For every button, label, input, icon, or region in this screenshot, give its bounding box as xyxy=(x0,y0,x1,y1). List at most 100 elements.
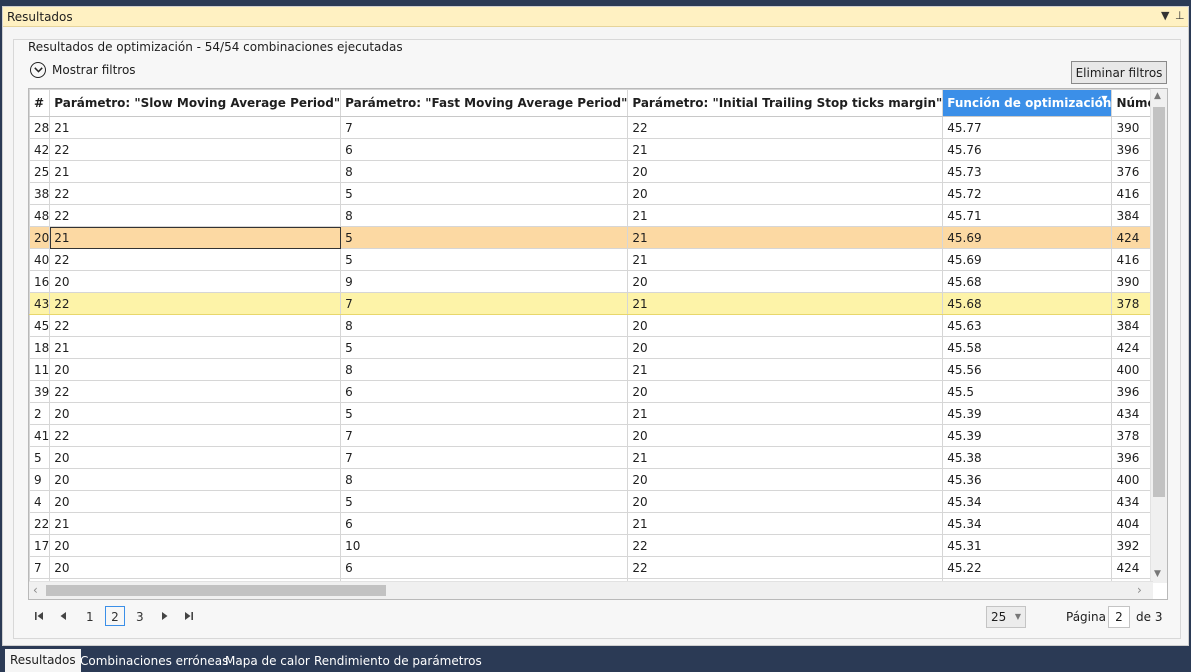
table-cell[interactable]: 22 xyxy=(49,424,342,447)
column-header-fast-ma[interactable]: Parámetro: "Fast Moving Average Period" xyxy=(340,89,629,117)
table-cell[interactable]: 45.34 xyxy=(942,512,1113,535)
table-cell[interactable]: 42 xyxy=(29,138,51,161)
table-row[interactable]: 4 20 5 20 45.34 434 xyxy=(29,490,1167,513)
table-cell[interactable]: 6 xyxy=(340,138,629,161)
table-cell[interactable]: 20 xyxy=(627,490,944,513)
dropdown-icon[interactable]: ▼ xyxy=(1161,9,1169,22)
table-cell[interactable]: 20 xyxy=(49,556,342,579)
table-cell[interactable]: 45.58 xyxy=(942,336,1113,359)
page-1-link[interactable]: 1 xyxy=(86,610,94,624)
table-row[interactable]: 7 20 6 22 45.22 424 xyxy=(29,556,1167,579)
table-cell[interactable]: 6 xyxy=(340,556,629,579)
table-cell[interactable]: 20 xyxy=(49,402,342,425)
table-cell[interactable]: 7 xyxy=(340,424,629,447)
table-cell[interactable]: 21 xyxy=(627,138,944,161)
table-cell[interactable]: 20 xyxy=(627,314,944,337)
table-cell[interactable]: 8 xyxy=(340,160,629,183)
tab-heat-map[interactable]: Mapa de calor xyxy=(220,650,315,672)
table-cell[interactable]: 38 xyxy=(29,182,51,205)
table-cell[interactable]: 8 xyxy=(340,468,629,491)
table-cell[interactable]: 45.77 xyxy=(942,116,1113,139)
table-cell[interactable]: 20 xyxy=(627,270,944,293)
table-cell[interactable]: 16 xyxy=(29,270,51,293)
last-page-icon[interactable] xyxy=(184,610,194,624)
vertical-scrollbar[interactable]: ▲ ▼ xyxy=(1150,89,1167,583)
table-cell[interactable]: 22 xyxy=(49,380,342,403)
table-cell[interactable]: 8 xyxy=(340,358,629,381)
table-cell[interactable]: 7 xyxy=(29,556,51,579)
table-cell[interactable]: 21 xyxy=(627,512,944,535)
table-row[interactable]: 43 22 7 21 45.68 378 xyxy=(29,292,1167,315)
table-cell[interactable]: 45.36 xyxy=(942,468,1113,491)
table-cell[interactable]: 22 xyxy=(49,182,342,205)
table-row[interactable]: 20 21 5 21 45.69 424 xyxy=(29,226,1167,249)
table-cell[interactable]: 22 xyxy=(627,116,944,139)
page-3-link[interactable]: 3 xyxy=(136,610,144,624)
table-cell[interactable]: 21 xyxy=(49,512,342,535)
table-row[interactable]: 28 21 7 22 45.77 390 xyxy=(29,116,1167,139)
table-row[interactable]: 25 21 8 20 45.73 376 xyxy=(29,160,1167,183)
table-cell[interactable]: 21 xyxy=(627,248,944,271)
clear-filters-button[interactable]: Eliminar filtros xyxy=(1071,61,1167,84)
table-cell[interactable]: 5 xyxy=(340,226,629,249)
table-cell[interactable]: 39 xyxy=(29,380,51,403)
table-cell[interactable]: 22 xyxy=(49,292,342,315)
table-cell[interactable]: 10 xyxy=(340,534,629,557)
horizontal-scroll-thumb[interactable] xyxy=(46,585,386,596)
table-cell[interactable]: 43 xyxy=(29,292,51,315)
table-cell[interactable]: 21 xyxy=(627,358,944,381)
table-cell[interactable]: 20 xyxy=(49,534,342,557)
table-row[interactable]: 22 21 6 21 45.34 404 xyxy=(29,512,1167,535)
table-cell[interactable]: 25 xyxy=(29,160,51,183)
table-cell[interactable]: 20 xyxy=(49,490,342,513)
table-cell[interactable]: 45.34 xyxy=(942,490,1113,513)
table-cell[interactable]: 45.38 xyxy=(942,446,1113,469)
table-cell[interactable]: 17 xyxy=(29,534,51,557)
table-cell[interactable]: 5 xyxy=(340,182,629,205)
previous-page-icon[interactable] xyxy=(58,610,68,624)
table-cell[interactable]: 45 xyxy=(29,314,51,337)
table-cell[interactable]: 7 xyxy=(340,116,629,139)
table-cell[interactable]: 5 xyxy=(340,490,629,513)
table-cell[interactable]: 20 xyxy=(49,446,342,469)
table-cell[interactable]: 21 xyxy=(49,226,342,249)
table-row[interactable]: 2 20 5 21 45.39 434 xyxy=(29,402,1167,425)
current-page-input[interactable]: 2 xyxy=(1108,606,1130,628)
table-cell[interactable]: 5 xyxy=(340,402,629,425)
table-cell[interactable]: 20 xyxy=(627,182,944,205)
table-cell[interactable]: 22 xyxy=(49,138,342,161)
table-cell[interactable]: 48 xyxy=(29,204,51,227)
table-row[interactable]: 11 20 8 21 45.56 400 xyxy=(29,358,1167,381)
table-cell[interactable]: 2 xyxy=(29,402,51,425)
table-row[interactable]: 9 20 8 20 45.36 400 xyxy=(29,468,1167,491)
table-cell[interactable]: 6 xyxy=(340,512,629,535)
table-cell[interactable]: 45.39 xyxy=(942,402,1113,425)
column-header-trailing-stop[interactable]: Parámetro: "Initial Trailing Stop ticks … xyxy=(627,89,944,117)
tab-results[interactable]: Resultados xyxy=(5,649,81,672)
table-cell[interactable]: 5 xyxy=(340,336,629,359)
table-cell[interactable]: 45.5 xyxy=(942,380,1113,403)
table-cell[interactable]: 6 xyxy=(340,380,629,403)
table-cell[interactable]: 21 xyxy=(627,402,944,425)
table-row[interactable]: 48 22 8 21 45.71 384 xyxy=(29,204,1167,227)
table-cell[interactable]: 20 xyxy=(49,358,342,381)
table-cell[interactable]: 22 xyxy=(29,512,51,535)
table-cell[interactable]: 40 xyxy=(29,248,51,271)
column-header-slow-ma[interactable]: Parámetro: "Slow Moving Average Period" xyxy=(49,89,342,117)
scroll-right-icon[interactable]: › xyxy=(1137,583,1142,597)
table-cell[interactable]: 41 xyxy=(29,424,51,447)
table-row[interactable]: 41 22 7 20 45.39 378 xyxy=(29,424,1167,447)
table-cell[interactable]: 45.73 xyxy=(942,160,1113,183)
scroll-left-icon[interactable]: ‹ xyxy=(33,583,38,597)
table-cell[interactable]: 18 xyxy=(29,336,51,359)
table-cell[interactable]: 20 xyxy=(627,380,944,403)
table-cell[interactable]: 20 xyxy=(29,226,51,249)
first-page-icon[interactable] xyxy=(34,610,44,624)
table-cell[interactable]: 22 xyxy=(627,534,944,557)
table-cell[interactable]: 45.68 xyxy=(942,270,1113,293)
table-cell[interactable]: 5 xyxy=(340,248,629,271)
table-cell[interactable]: 21 xyxy=(627,292,944,315)
table-row[interactable]: 18 21 5 20 45.58 424 xyxy=(29,336,1167,359)
table-cell[interactable]: 45.69 xyxy=(942,248,1113,271)
table-cell[interactable]: 45.56 xyxy=(942,358,1113,381)
